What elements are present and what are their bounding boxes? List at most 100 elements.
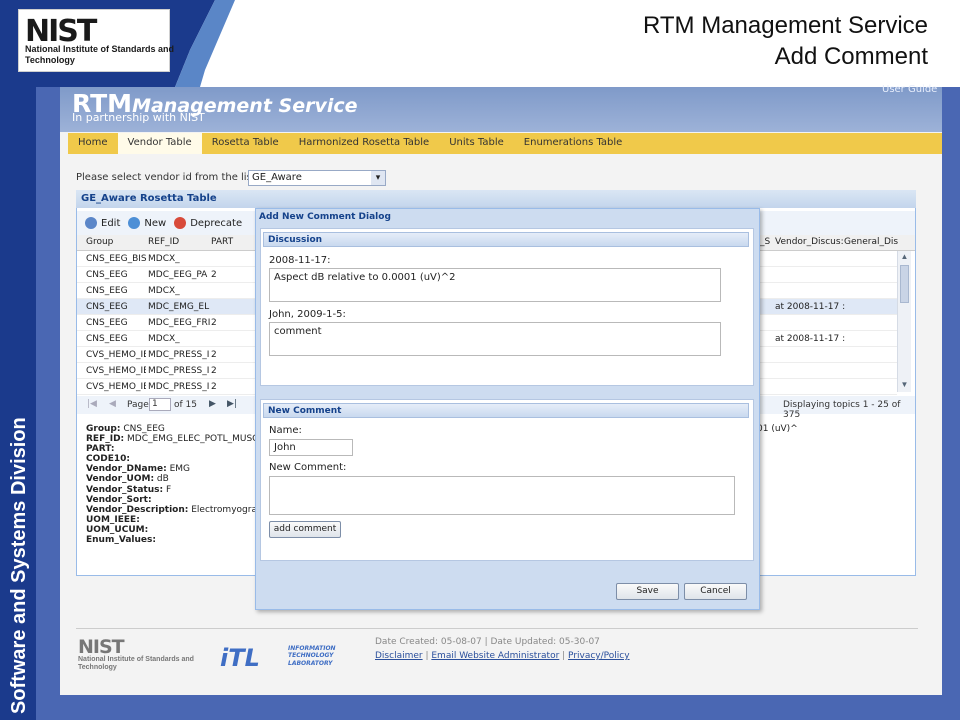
deprecate-button[interactable]: Deprecate <box>174 217 242 229</box>
page-input[interactable]: 1 <box>149 398 171 411</box>
detail-uom-fragment: 01 (uV)^ <box>757 424 798 434</box>
menu-enumerations-table[interactable]: Enumerations Table <box>514 133 633 154</box>
cell-group: CNS_EEG <box>86 334 128 344</box>
column-header-part[interactable]: PART <box>211 237 233 247</box>
detail-line: Enum_Values: <box>86 535 268 545</box>
cell-ref-id: MDCX_ <box>148 254 180 264</box>
detail-key: Vendor_UOM: <box>86 474 155 485</box>
discussion-entry-1-label: 2008-11-17: <box>269 255 331 266</box>
footer-links: Disclaimer | Email Website Administrator… <box>375 651 630 661</box>
vendor-select[interactable]: GE_Aware ▾ <box>248 170 386 186</box>
app-subtitle: In partnership with NIST <box>72 111 205 124</box>
last-page-icon[interactable]: ▶| <box>227 399 237 409</box>
cell-part: 2 <box>211 366 217 376</box>
edit-label: Edit <box>101 217 121 229</box>
delete-icon <box>174 217 187 229</box>
add-icon <box>128 217 141 229</box>
menu-units-table[interactable]: Units Table <box>439 133 514 154</box>
menu-rosetta-table[interactable]: Rosetta Table <box>202 133 289 154</box>
menu-home[interactable]: Home <box>68 133 118 154</box>
cell-part: 2 <box>211 270 217 280</box>
grid-title: GE_Aware Rosetta Table <box>76 190 916 208</box>
privacy-link[interactable]: Privacy/Policy <box>568 651 630 661</box>
discussion-title: Discussion <box>263 232 749 247</box>
footer-dates: Date Created: 05-08-07 | Date Updated: 0… <box>375 637 600 647</box>
email-admin-link[interactable]: Email Website Administrator <box>431 651 559 661</box>
new-comment-textarea[interactable] <box>269 476 735 515</box>
detail-line: Vendor_UOM: dB <box>86 474 268 484</box>
record-detail: Group: CNS_EEG REF_ID: MDC_EMG_ELEC_POTL_… <box>86 424 268 545</box>
column-header-general-discussion[interactable]: General_Dis <box>844 237 898 247</box>
scrollbar-thumb[interactable] <box>900 265 909 303</box>
cell-group: CVS_HEMO_IE <box>86 350 146 360</box>
footer-divider <box>76 628 918 629</box>
scroll-up-icon[interactable]: ▲ <box>899 252 910 263</box>
add-comment-button[interactable]: add comment <box>269 521 341 538</box>
column-header-s[interactable]: _S <box>760 237 770 247</box>
footer-nist-subtitle: National Institute of Standards and Tech… <box>78 656 194 671</box>
edit-icon <box>85 217 97 229</box>
nist-logo-subtitle: National Institute of Standards and Tech… <box>25 44 175 65</box>
column-header-group[interactable]: Group <box>86 237 113 247</box>
chevron-down-icon[interactable]: ▾ <box>371 171 385 185</box>
displaying-topics: Displaying topics 1 - 25 of 375 <box>783 400 901 420</box>
slide-title-line2: Add Comment <box>774 43 928 70</box>
edit-button[interactable]: Edit <box>85 217 120 229</box>
first-page-icon[interactable]: |◀ <box>87 399 97 409</box>
detail-key: UOM_UCUM: <box>86 524 149 535</box>
cell-disc: at 2008-11-17 : <box>775 302 845 312</box>
cell-ref-id: MDC_EEG_PA <box>148 270 208 280</box>
cancel-button[interactable]: Cancel <box>684 583 747 600</box>
cell-ref-id: MDCX_ <box>148 286 180 296</box>
name-input[interactable]: John <box>269 439 353 456</box>
column-header-ref-id[interactable]: REF_ID <box>148 237 179 247</box>
detail-line: Vendor_DName: EMG <box>86 464 268 474</box>
discussion-entry-2-text: comment <box>269 322 721 356</box>
scroll-down-icon[interactable]: ▼ <box>899 380 910 391</box>
detail-line: UOM_UCUM: <box>86 525 268 535</box>
new-label: New <box>144 217 167 229</box>
nist-logo: NIST National Institute of Standards and… <box>18 9 174 72</box>
discussion-entry-2-label: John, 2009-1-5: <box>269 309 346 320</box>
cell-part: 2 <box>211 350 217 360</box>
vendor-select-label: Please select vendor id from the list: <box>76 172 260 183</box>
cell-ref-id: MDC_PRESS_I <box>148 366 210 376</box>
detail-line: Vendor_Sort: <box>86 495 268 505</box>
detail-value: MDC_EMG_ELEC_POTL_MUSCL? <box>124 434 269 445</box>
new-comment-title: New Comment <box>263 403 749 418</box>
page-label: Page <box>127 400 149 410</box>
cell-part: 2 <box>211 318 217 328</box>
discussion-fieldset <box>260 228 754 386</box>
save-button[interactable]: Save <box>616 583 679 600</box>
cell-group: CNS_EEG_BIS <box>86 254 146 264</box>
user-guide-link[interactable]: User Guide <box>882 84 937 95</box>
detail-key: Enum_Values: <box>86 535 156 546</box>
detail-key: Vendor_Status: <box>86 484 164 495</box>
disclaimer-link[interactable]: Disclaimer <box>375 651 423 661</box>
detail-key: Group: <box>86 424 121 434</box>
side-label: Software and Systems Division <box>8 417 30 714</box>
name-label: Name: <box>269 425 302 436</box>
new-button[interactable]: New <box>128 217 166 229</box>
discussion-entry-1-text: Aspect dB relative to 0.0001 (uV)^2 <box>269 268 721 302</box>
column-header-vendor-discussion[interactable]: Vendor_Discus: <box>775 237 844 247</box>
main-menu: Home Vendor Table Rosetta Table Harmoniz… <box>68 133 942 154</box>
slide-title: RTM Management Service Add Comment <box>643 10 928 72</box>
menu-harmonized-rosetta-table[interactable]: Harmonized Rosetta Table <box>289 133 439 154</box>
grid-scrollbar[interactable]: ▲ ▼ <box>897 251 911 392</box>
detail-value: F <box>163 484 172 495</box>
cell-ref-id: MDCX_ <box>148 334 180 344</box>
detail-line: Vendor_Description: Electromyograph <box>86 505 268 515</box>
dialog-title: Add New Comment Dialog <box>259 212 391 222</box>
detail-line: Group: CNS_EEG <box>86 424 268 434</box>
cell-part: 2 <box>211 382 217 392</box>
menu-vendor-table[interactable]: Vendor Table <box>117 133 202 154</box>
prev-page-icon[interactable]: ◀ <box>109 399 116 409</box>
detail-line: CODE10: <box>86 454 268 464</box>
cell-group: CNS_EEG <box>86 286 128 296</box>
cell-group: CVS_HEMO_IE <box>86 382 146 392</box>
detail-key: Vendor_Sort: <box>86 494 152 505</box>
next-page-icon[interactable]: ▶ <box>209 399 216 409</box>
new-comment-label: New Comment: <box>269 462 347 473</box>
detail-line: REF_ID: MDC_EMG_ELEC_POTL_MUSCL? <box>86 434 268 444</box>
